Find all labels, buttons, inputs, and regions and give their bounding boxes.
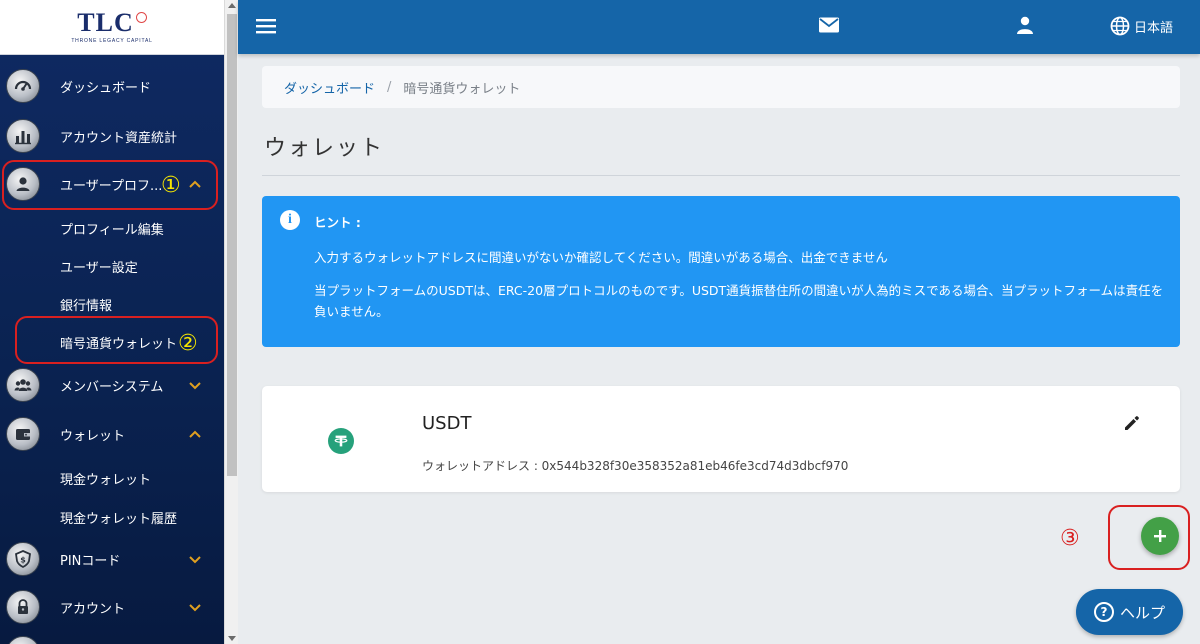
- partial-icon: [6, 636, 40, 644]
- pin-shield-icon: $: [6, 542, 40, 576]
- edit-pencil-icon[interactable]: [1122, 413, 1142, 433]
- logo-text: TLC: [77, 8, 134, 37]
- annotation-box-1: [2, 160, 218, 210]
- sidebar: TLC THRONE LEGACY CAPITAL ダッシュボード アカウント資…: [0, 0, 224, 644]
- help-question-icon: ?: [1093, 602, 1114, 622]
- help-button-label: ヘルプ: [1119, 603, 1165, 622]
- annotation-number-3: ③: [1060, 526, 1080, 551]
- sidebar-subitem-edit-profile[interactable]: プロフィール編集: [60, 219, 164, 238]
- svg-text:$: $: [20, 556, 26, 565]
- sidebar-subitem-user-settings[interactable]: ユーザー設定: [60, 257, 138, 276]
- breadcrumb-separator: /: [387, 79, 392, 95]
- lock-icon: [6, 590, 40, 624]
- breadcrumb-home-link[interactable]: ダッシュボード: [284, 78, 375, 97]
- chevron-down-icon: [189, 382, 201, 390]
- scroll-down-arrow-icon[interactable]: [228, 636, 236, 641]
- group-icon: [6, 368, 40, 402]
- page-title: ウォレット: [264, 136, 385, 161]
- annotation-number-1: ①: [161, 173, 181, 198]
- title-divider: [262, 175, 1180, 176]
- brand-logo[interactable]: TLC THRONE LEGACY CAPITAL: [0, 0, 224, 55]
- mail-icon[interactable]: [818, 16, 840, 34]
- sidebar-item-pin-code[interactable]: $ PINコード: [0, 536, 224, 582]
- speedometer-icon: [6, 69, 40, 103]
- sidebar-item-dashboard[interactable]: ダッシュボード: [0, 63, 224, 109]
- sidebar-item-label: ダッシュボード: [60, 80, 152, 96]
- sidebar-item-asset-stats[interactable]: アカウント資産統計: [0, 113, 224, 159]
- hint-text-1: 入力するウォレットアドレスに間違いがないか確認してください。間違いがある場合、出…: [314, 250, 888, 265]
- hint-title: ヒント :: [314, 215, 361, 230]
- breadcrumb-current: 暗号通貨ウォレット: [403, 81, 521, 97]
- sidebar-subitem-cash-wallet[interactable]: 現金ウォレット: [60, 469, 151, 488]
- top-bar: 日本語: [238, 0, 1200, 54]
- globe-icon[interactable]: [1110, 16, 1130, 36]
- annotation-number-2: ②: [178, 331, 198, 356]
- user-account-icon[interactable]: [1015, 15, 1035, 35]
- scroll-thumb[interactable]: [227, 14, 237, 476]
- hint-text-2: 当プラットフォームのUSDTは、ERC-20層プロトコルのものです。USDT通貨…: [314, 283, 1164, 319]
- scroll-up-arrow-icon[interactable]: [228, 3, 236, 8]
- info-icon: i: [280, 210, 300, 230]
- help-button[interactable]: ? ヘルプ: [1076, 589, 1183, 635]
- wallet-address: ウォレットアドレス : 0x544b328f30e358352a81eb46fe…: [422, 459, 849, 473]
- language-selector[interactable]: 日本語: [1134, 17, 1173, 36]
- logo-badge-icon: [135, 12, 147, 23]
- sidebar-item-label: アカウント資産統計: [60, 130, 178, 146]
- sidebar-scrollbar[interactable]: [224, 0, 238, 644]
- sidebar-item-label: PINコード: [60, 553, 121, 569]
- sidebar-subitem-cash-wallet-history[interactable]: 現金ウォレット履歴: [60, 508, 177, 527]
- sidebar-item-label: メンバーシステム: [60, 379, 164, 395]
- plus-icon: [1154, 530, 1166, 542]
- wallet-icon: [6, 417, 40, 451]
- wallet-card: USDT ウォレットアドレス : 0x544b328f30e358352a81e…: [262, 386, 1180, 492]
- wallet-coin-name: USDT: [422, 413, 472, 434]
- tether-coin-icon: [328, 428, 354, 454]
- sidebar-item-label: アカウント: [60, 601, 126, 617]
- hint-alert: i ヒント : 入力するウォレットアドレスに間違いがないか確認してください。間違…: [262, 196, 1180, 347]
- bar-chart-icon: [6, 119, 40, 153]
- chevron-down-icon: [189, 556, 201, 564]
- logo-subtitle: THRONE LEGACY CAPITAL: [71, 38, 153, 44]
- breadcrumb: ダッシュボード / 暗号通貨ウォレット: [262, 66, 1180, 108]
- sidebar-item-account[interactable]: アカウント: [0, 584, 224, 630]
- sidebar-item-member-system[interactable]: メンバーシステム: [0, 362, 224, 408]
- chevron-down-icon: [189, 604, 201, 612]
- hamburger-menu-icon[interactable]: [256, 17, 276, 35]
- sidebar-item-wallet[interactable]: ウォレット: [0, 411, 224, 457]
- sidebar-item-label: ウォレット: [60, 428, 126, 444]
- sidebar-subitem-bank-info[interactable]: 銀行情報: [60, 295, 112, 314]
- add-wallet-button[interactable]: [1141, 517, 1179, 555]
- chevron-up-icon: [189, 430, 201, 438]
